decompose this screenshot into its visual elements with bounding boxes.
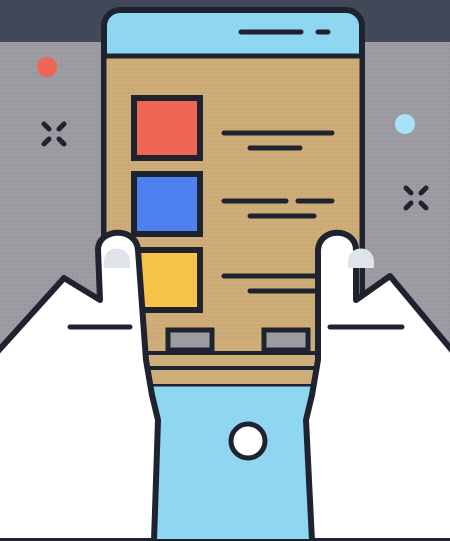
home-button	[228, 421, 268, 461]
tab-button	[165, 327, 215, 353]
red-dot-icon	[37, 57, 57, 77]
blue-square-icon	[131, 171, 203, 237]
red-square-icon	[131, 95, 203, 161]
blue-dot-icon	[395, 114, 415, 134]
illustration-canvas	[0, 0, 450, 541]
illustration-scene	[0, 0, 450, 541]
tab-button	[261, 327, 311, 353]
